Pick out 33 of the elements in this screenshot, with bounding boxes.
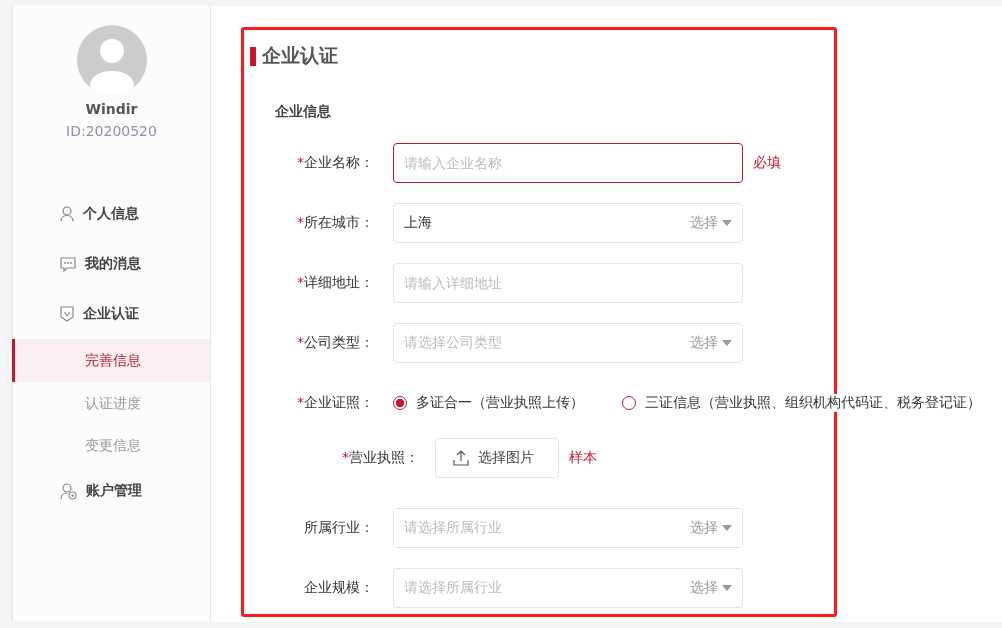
chat-icon [60,256,76,272]
field-label: *所在城市： [297,214,374,230]
caret-icon [722,525,732,531]
field-label: 企业规模： [304,579,374,595]
field-label: *企业名称： [297,154,374,170]
upload-button[interactable]: 选择图片 [435,438,559,478]
user-id: ID:20200520 [66,123,157,139]
caret-icon [722,220,732,226]
required-hint: 必填 [753,154,781,172]
select-field[interactable]: 上海 选择 [393,203,743,243]
accent-bar [250,46,256,66]
text-field[interactable]: 请输入企业名称 [393,143,743,183]
caret-icon [722,340,732,346]
field-label: 所属行业： [304,519,374,535]
caret-icon [722,585,732,591]
submenu-item[interactable]: 完善信息 [12,339,210,382]
sample-link[interactable]: 样本 [569,449,597,467]
user-name: Windir [85,101,138,117]
page-title: 企业认证 [262,43,338,68]
menu-item[interactable]: 企业认证 [13,289,210,339]
shield-icon [60,306,74,322]
upload-icon [453,450,469,466]
avatar-icon [76,25,147,95]
menu-item[interactable]: 我的消息 [13,239,210,289]
user-settings-icon [60,482,77,500]
person-icon [60,206,74,222]
menu-item[interactable]: 账户管理 [13,466,210,516]
menu-item[interactable]: 个人信息 [13,189,210,239]
field-label: *企业证照： [297,394,374,410]
field-label: *营业执照： [342,449,419,465]
field-label: *公司类型： [297,334,374,350]
section-title: 企业信息 [275,103,332,121]
field-label: *详细地址： [297,274,374,290]
